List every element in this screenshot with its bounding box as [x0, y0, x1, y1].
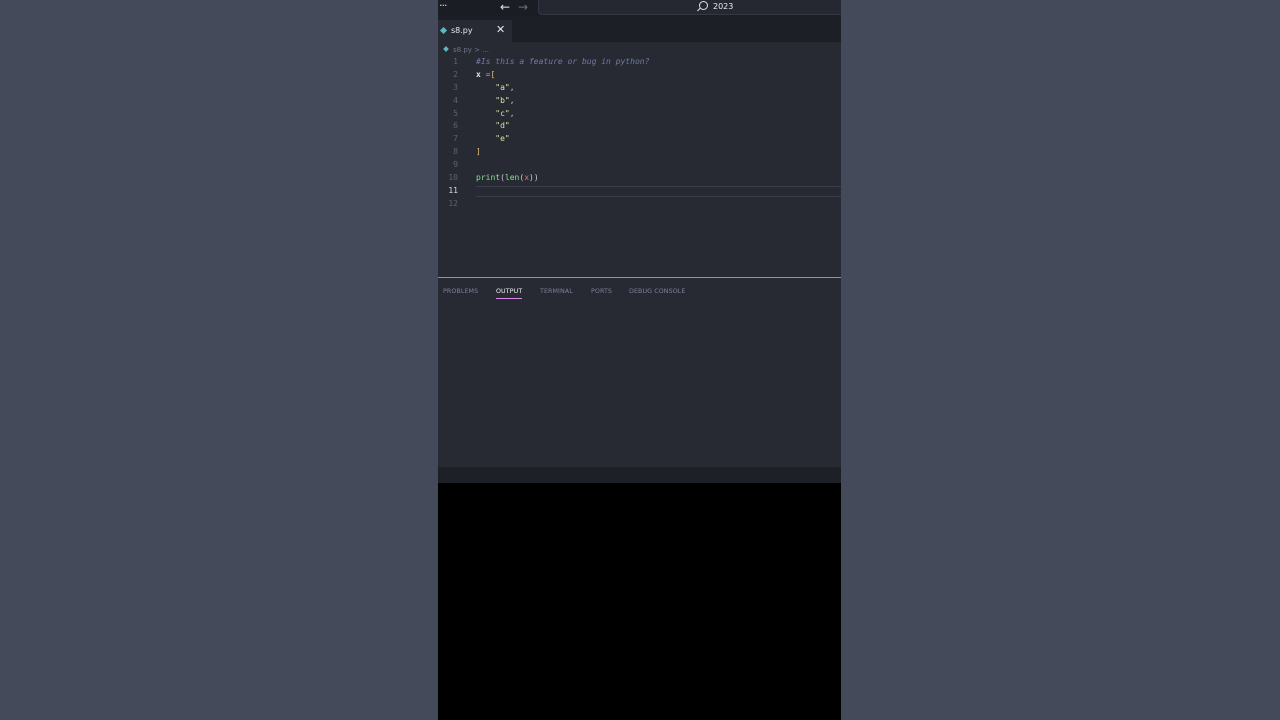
- code-token: #Is this a feature or bug in python?: [476, 57, 650, 66]
- tab-ports[interactable]: PORTS: [591, 287, 612, 296]
- blank-area: [438, 483, 841, 720]
- code-line[interactable]: 9: [438, 159, 841, 172]
- code-token: ,: [509, 95, 515, 105]
- code-token: "e": [495, 134, 510, 144]
- code-line[interactable]: 4 "b",: [438, 95, 841, 108]
- editor-tab-bar: s8.py ✕: [438, 16, 841, 42]
- command-center-search[interactable]: 2023: [538, 0, 841, 15]
- code-token: ,: [509, 108, 515, 118]
- code-token: "c": [495, 108, 510, 118]
- code-text: print(len(x)): [476, 172, 539, 185]
- breadcrumb-separator: > ...: [471, 46, 489, 54]
- title-bar: ··· ← → 2023: [438, 0, 841, 16]
- breadcrumb[interactable]: s8.py > ...: [443, 44, 489, 56]
- tab-output[interactable]: OUTPUT: [496, 287, 523, 299]
- code-text: x =[: [476, 69, 495, 82]
- code-token: ]: [476, 147, 481, 157]
- line-number: 6: [453, 121, 458, 131]
- tab-terminal[interactable]: TERMINAL: [540, 287, 573, 296]
- line-number: 7: [453, 134, 458, 144]
- line-number: 9: [453, 160, 458, 170]
- more-menu-icon[interactable]: ···: [439, 0, 447, 12]
- code-token: print: [476, 173, 501, 183]
- code-text: "d": [476, 120, 510, 133]
- line-number: 12: [448, 198, 458, 208]
- tab-debug-console[interactable]: DEBUG CONSOLE: [629, 287, 685, 296]
- vscode-window: ··· ← → 2023 s8.py ✕ s8.py > ... 1 #Is th…: [438, 0, 841, 720]
- bottom-panel: PROBLEMS OUTPUT TERMINAL PORTS DEBUG CON…: [438, 277, 841, 468]
- code-token: "d": [495, 121, 510, 131]
- code-text: #Is this a feature or bug in python?: [476, 56, 649, 69]
- line-number: 8: [453, 147, 458, 157]
- line-number: 4: [453, 95, 458, 105]
- code-line[interactable]: 6 "d": [438, 120, 841, 133]
- tab-label: s8.py: [451, 26, 473, 35]
- tab-s8-py[interactable]: s8.py ✕: [438, 20, 512, 42]
- close-icon[interactable]: ✕: [496, 24, 505, 36]
- code-text: "e": [476, 133, 510, 146]
- search-icon: [699, 1, 708, 10]
- code-text: "a",: [476, 82, 515, 95]
- output-area[interactable]: [438, 302, 841, 466]
- forward-arrow-icon[interactable]: →: [518, 0, 528, 14]
- code-token: ,: [509, 82, 515, 92]
- code-line[interactable]: 10 print(len(x)): [438, 172, 841, 185]
- code-lines[interactable]: 1 #Is this a feature or bug in python? 2 x …: [438, 56, 841, 211]
- code-line[interactable]: 1 #Is this a feature or bug in python?: [438, 56, 841, 69]
- line-number: 5: [453, 108, 458, 118]
- line-number: 3: [453, 82, 458, 92]
- line-number: 11: [448, 185, 458, 195]
- code-line[interactable]: 7 "e": [438, 133, 841, 146]
- code-line[interactable]: 11: [438, 185, 841, 198]
- python-file-icon: [443, 46, 449, 52]
- code-editor[interactable]: s8.py > ... 1 #Is this a feature or bug i…: [438, 42, 841, 277]
- code-line[interactable]: 8]: [438, 146, 841, 159]
- code-token: "b": [495, 95, 510, 105]
- code-token: )): [529, 173, 539, 183]
- line-number: 10: [448, 173, 458, 183]
- breadcrumb-file[interactable]: s8.py: [453, 46, 472, 54]
- code-text: ]: [476, 146, 481, 159]
- code-line[interactable]: 12: [438, 198, 841, 211]
- code-line[interactable]: 2 x =[: [438, 69, 841, 82]
- search-text: 2023: [713, 2, 734, 11]
- line-number: 1: [453, 57, 458, 66]
- code-token: len: [504, 173, 520, 183]
- status-bar: [438, 467, 841, 483]
- code-line[interactable]: 5 "c",: [438, 108, 841, 121]
- code-line[interactable]: 3 "a",: [438, 82, 841, 95]
- code-token: [: [490, 69, 496, 79]
- code-token: "a": [495, 82, 510, 92]
- tab-problems[interactable]: PROBLEMS: [443, 287, 478, 296]
- line-number: 2: [453, 69, 458, 79]
- code-text: "c",: [476, 108, 515, 121]
- back-arrow-icon[interactable]: ←: [500, 0, 510, 14]
- python-file-icon: [439, 26, 448, 35]
- code-text: "b",: [476, 95, 515, 108]
